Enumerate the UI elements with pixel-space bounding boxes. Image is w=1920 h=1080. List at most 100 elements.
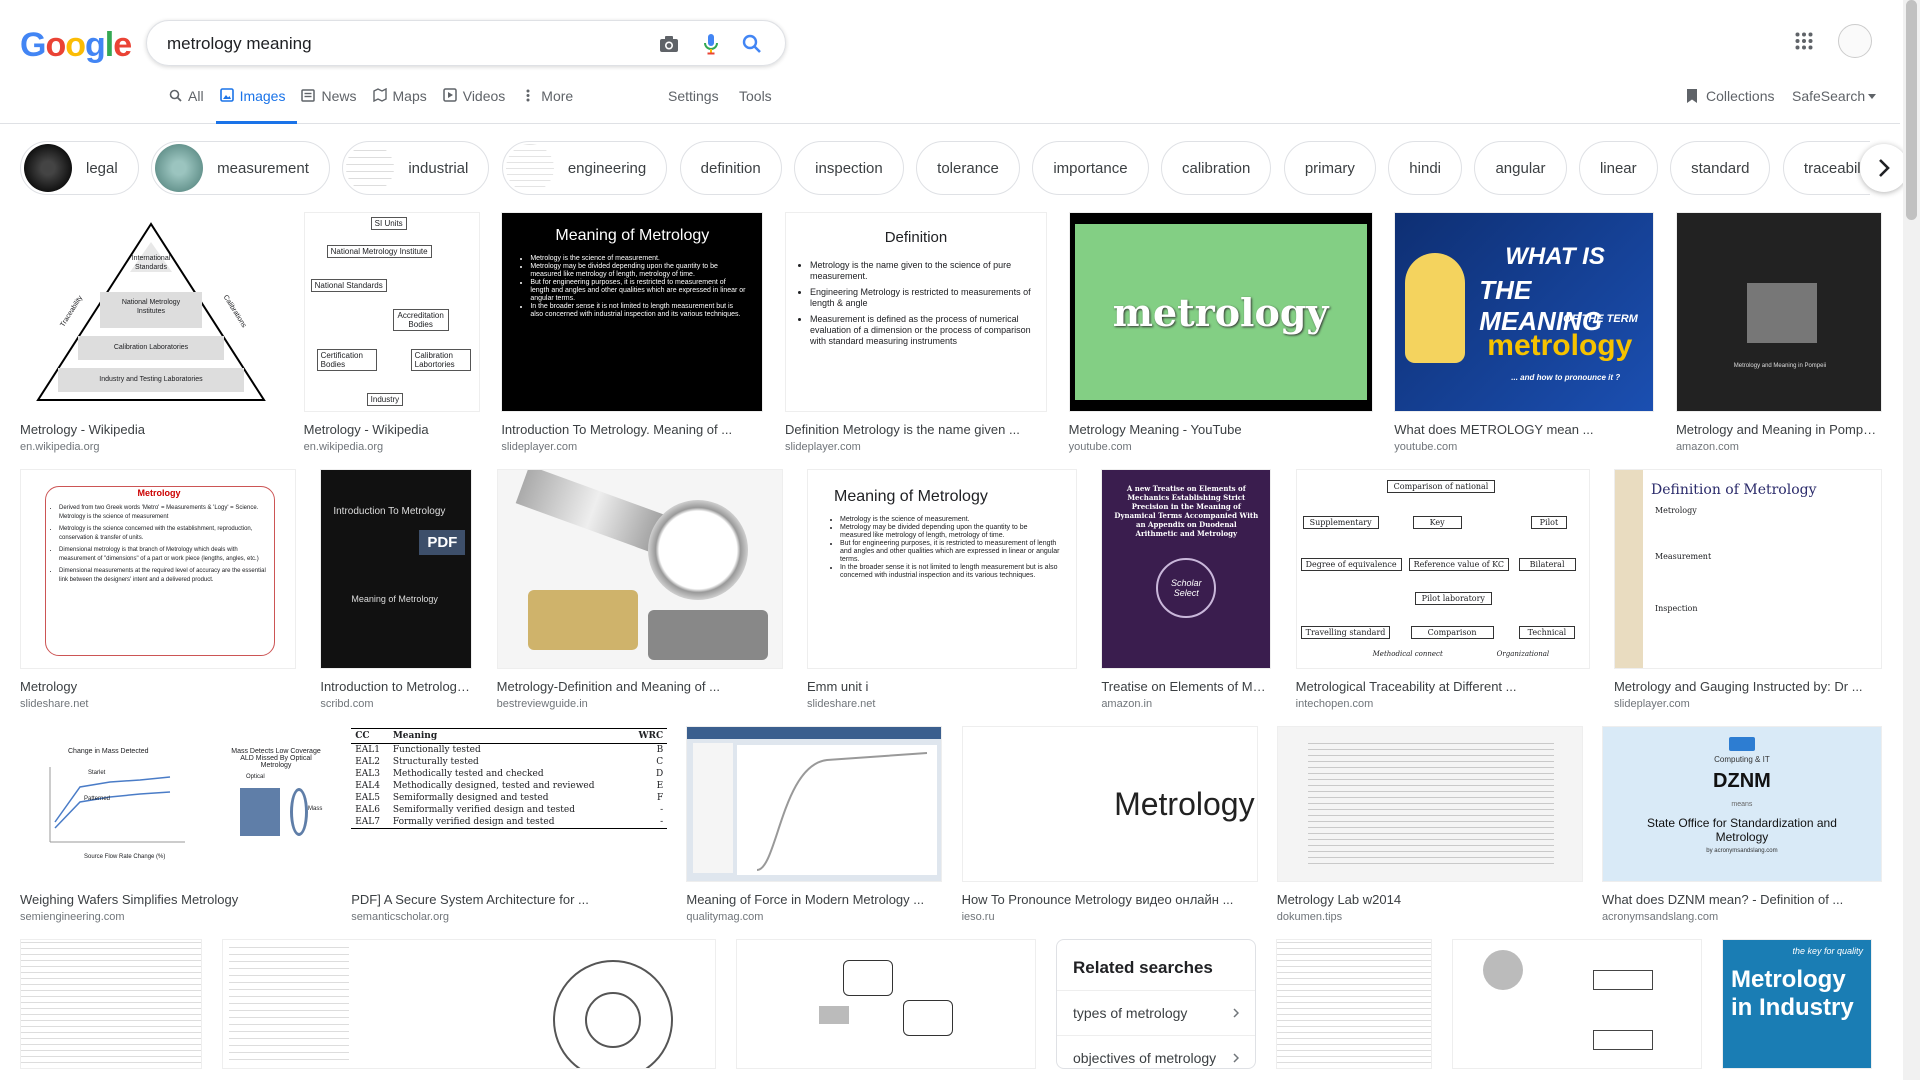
slide-bullet: In the broader sense it is not limited t…: [530, 303, 746, 319]
tab-more[interactable]: More: [517, 88, 585, 124]
table-row: EAL5 Semiformally designed and tested F: [351, 792, 667, 804]
result-title: Metrology-Definition and Meaning of ...: [496, 679, 720, 694]
chip-label: engineering: [567, 159, 647, 177]
flow-arrow: [819, 1006, 849, 1024]
chip-importance[interactable]: importance: [1032, 141, 1149, 195]
tab-images[interactable]: Images: [215, 88, 298, 124]
wafer-shape: [240, 788, 280, 836]
table-cell: F: [656, 793, 664, 803]
chip-calibration[interactable]: calibration: [1161, 141, 1272, 195]
chip-industrial[interactable]: industrial: [342, 141, 490, 195]
bookmark-icon: [1686, 88, 1698, 104]
chip-tolerance[interactable]: tolerance: [916, 141, 1020, 195]
page-scrollbar[interactable]: [1903, 0, 1920, 1080]
image-result[interactable]: [1276, 939, 1432, 1069]
settings-link[interactable]: Settings: [668, 88, 719, 104]
chip-primary[interactable]: primary: [1283, 141, 1376, 195]
image-result[interactable]: [20, 939, 202, 1069]
chip-hindi[interactable]: hindi: [1388, 141, 1462, 195]
tab-label: Images: [239, 88, 286, 104]
collections-link[interactable]: Collections: [1686, 88, 1774, 104]
result-title: Definition Metrology is the name given .…: [784, 422, 1020, 437]
search-icon[interactable]: [740, 32, 764, 56]
safesearch-menu[interactable]: SafeSearch: [1792, 88, 1877, 104]
tab-videos[interactable]: Videos: [439, 88, 518, 124]
chip-thumbnail: [24, 144, 72, 192]
result-source: amazon.in: [1101, 698, 1153, 710]
image-result[interactable]: [222, 939, 716, 1069]
result-source: slideshare.net: [806, 698, 876, 710]
image-result[interactable]: Metrology-Definition and Meaning of ... …: [496, 469, 783, 710]
chip-linear[interactable]: linear: [1578, 141, 1658, 195]
image-result[interactable]: the key for quality Metrology in Industr…: [1722, 939, 1872, 1069]
microphone-icon[interactable]: [699, 32, 723, 56]
image-result[interactable]: Change in Mass Detected Mass Detects Low…: [20, 726, 332, 923]
thumbnail-paper: [20, 939, 202, 1069]
camera-icon[interactable]: [657, 32, 681, 56]
scrollbar-thumb[interactable]: [1906, 0, 1917, 220]
caliper-shape: [515, 470, 670, 555]
slide-bullet: Dimensional measurements at the required…: [59, 567, 273, 585]
image-result[interactable]: Metrology and Meaning in Pompeii Metrolo…: [1675, 212, 1882, 453]
image-result[interactable]: Metrology Derived from two Greek words '…: [20, 469, 296, 710]
flow-box: [903, 1000, 953, 1036]
thumbnail-drawing: [222, 939, 716, 1069]
drawing-circle: [585, 992, 641, 1048]
chip-legal[interactable]: legal: [20, 141, 139, 195]
tab-maps[interactable]: Maps: [369, 88, 439, 124]
slide-bullets: Metrology is the science of measurement.…: [840, 516, 1060, 580]
chips-next-button[interactable]: [1860, 144, 1908, 192]
image-result[interactable]: Computing & IT DZNM means State Office f…: [1601, 726, 1882, 923]
chip-definition[interactable]: definition: [679, 141, 782, 195]
image-result[interactable]: Comparison of national Supplementary Key…: [1295, 469, 1590, 710]
document-lines: [1307, 741, 1554, 869]
chip-measurement[interactable]: measurement: [151, 141, 330, 195]
image-result[interactable]: SI Units National Metrology Institute Na…: [303, 212, 480, 453]
image-result[interactable]: Metrology Lab w2014 dokumen.tips: [1276, 726, 1583, 923]
result-source: ieso.ru: [961, 911, 995, 923]
related-item[interactable]: types of metrology: [1057, 990, 1255, 1035]
related-item[interactable]: objectives of metrology: [1057, 1035, 1255, 1068]
tab-all[interactable]: All: [164, 88, 216, 124]
chip-inspection[interactable]: inspection: [794, 141, 904, 195]
result-title: Metrology - Wikipedia: [20, 422, 145, 437]
chart-box: Accreditation Bodies: [392, 309, 449, 331]
chip-engineering[interactable]: engineering: [501, 141, 668, 195]
dznm-category: Computing & IT: [1714, 755, 1770, 764]
drawing-notes: [229, 946, 349, 1066]
result-title: Metrology Lab w2014: [1276, 892, 1402, 907]
header: Google All Images News Maps: [0, 0, 1900, 124]
tools-link[interactable]: Tools: [739, 88, 772, 104]
image-result[interactable]: Metrology How To Pronounce Metrology вид…: [961, 726, 1258, 923]
result-title: Introduction to Metrology ...: [320, 679, 473, 694]
apps-grid-icon[interactable]: [1795, 32, 1819, 56]
slide-bullet: Derived from two Greek words 'Metro' = M…: [59, 504, 273, 522]
image-result[interactable]: CC Meaning WRC EAL1 Functionally tested B E…: [351, 726, 668, 923]
figure-label: Source Flow Rate Change (%): [84, 854, 166, 860]
tab-label: News: [321, 88, 357, 104]
google-logo[interactable]: Google: [20, 26, 132, 65]
figure-label: Starlet: [88, 770, 106, 776]
image-result[interactable]: Definition of Metrology Metrology Measur…: [1613, 469, 1882, 710]
slide-bullet: In the broader sense it is not limited t…: [840, 564, 1060, 580]
avatar[interactable]: [1838, 24, 1872, 58]
chip-traceability[interactable]: traceability: [1782, 141, 1870, 195]
slide-bullet: But for engineering purposes, it is rest…: [530, 279, 746, 303]
chip-angular[interactable]: angular: [1474, 141, 1567, 195]
cartoon-figure: [1405, 253, 1466, 363]
chip-standard[interactable]: standard: [1670, 141, 1771, 195]
image-result[interactable]: [736, 939, 1036, 1069]
image-result[interactable]: WHAT IS THE MEANING OF THE TERM metrolog…: [1394, 212, 1655, 453]
image-result[interactable]: metrology Metrology Meaning - YouTube yo…: [1068, 212, 1373, 453]
image-result[interactable]: Definition Metrology is the name given t…: [784, 212, 1047, 453]
tab-news[interactable]: News: [297, 88, 368, 124]
image-result[interactable]: Meaning of Metrology Metrology is the sc…: [806, 469, 1077, 710]
table-header: CC: [355, 731, 370, 741]
image-result[interactable]: Meaning of Metrology Metrology is the sc…: [501, 212, 764, 453]
search-input[interactable]: [167, 32, 607, 56]
image-result[interactable]: [1452, 939, 1702, 1069]
image-result[interactable]: International Standards National Metrolo…: [20, 212, 282, 453]
image-result[interactable]: Meaning of Force in Modern Metrology ...…: [686, 726, 943, 923]
image-result[interactable]: A new Treatise on Elements of Mechanics …: [1101, 469, 1272, 710]
image-result[interactable]: Introduction To Metrology PDF Meaning of…: [320, 469, 473, 710]
